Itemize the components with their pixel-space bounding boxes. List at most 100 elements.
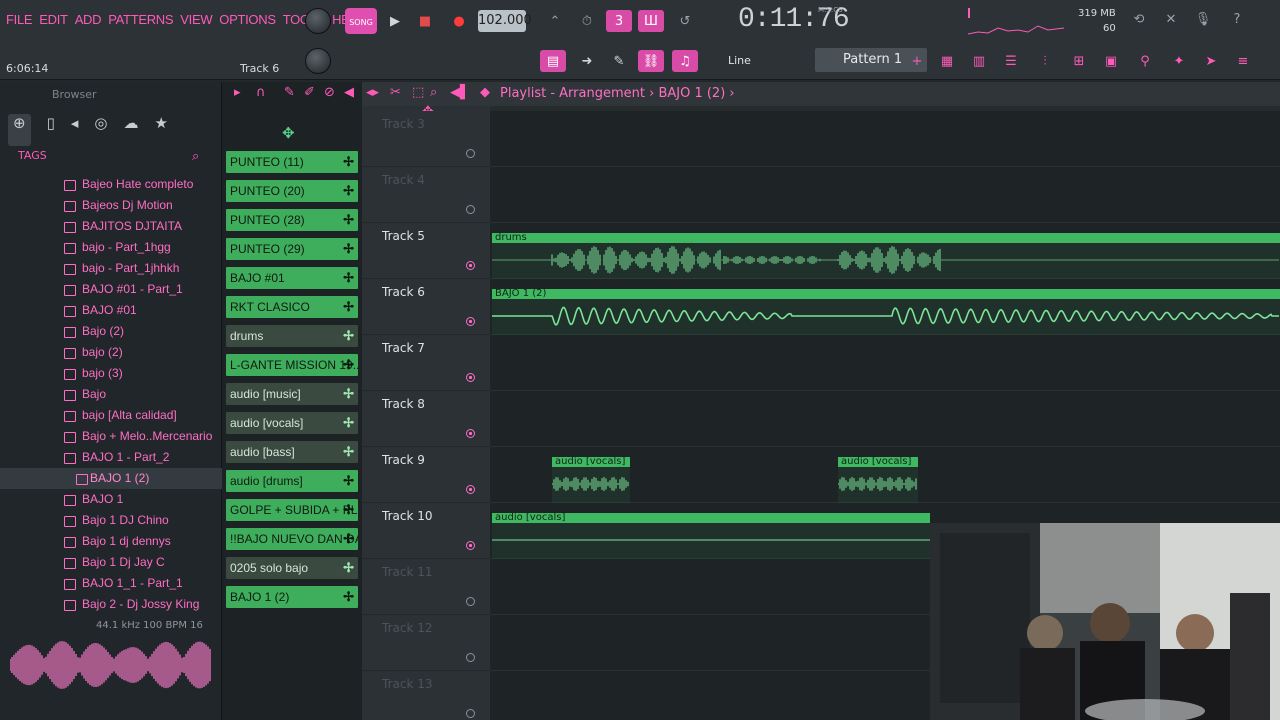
add-pattern-icon[interactable]: ✢ — [343, 528, 354, 550]
record-icon[interactable]: ● — [446, 10, 472, 32]
draw-tool-icon[interactable]: ✎ — [284, 85, 295, 100]
browser-file-item[interactable]: bajo - Part_1jhhkh — [0, 258, 222, 279]
playlist-menu-icon[interactable]: ◆ — [480, 85, 490, 100]
add-pattern-icon[interactable]: ✢ — [343, 412, 354, 434]
playlist-arrow-icon[interactable]: ▸ — [234, 85, 241, 100]
track-header[interactable]: Track 3 — [362, 111, 490, 167]
playlist-icon[interactable]: ▤ — [540, 50, 566, 72]
track-mute-icon[interactable] — [466, 373, 475, 382]
zoom-tool-icon[interactable]: ⌕ — [430, 85, 437, 100]
menu-view[interactable]: VIEW — [180, 12, 212, 27]
tags-label[interactable]: TAGS — [18, 149, 47, 162]
pattern-picker-item[interactable]: PUNTEO (11) ✢ — [226, 151, 358, 173]
view-playlist-icon[interactable]: ▦ — [934, 50, 960, 72]
add-pattern-icon[interactable]: ✢ — [343, 586, 354, 608]
add-pattern-icon[interactable]: ✢ — [343, 499, 354, 521]
browser-file-item[interactable]: Bajo 2 - Dj Jossy King — [0, 594, 222, 615]
view-mixer-icon[interactable]: ⫶ — [1032, 50, 1058, 72]
magnet-icon[interactable]: ∩ — [256, 85, 266, 100]
slip-tool-icon[interactable]: ◂▸ — [366, 85, 379, 100]
browser-file-item[interactable]: Bajeos Dj Motion — [0, 195, 222, 216]
list-icon[interactable]: ≡ — [1230, 50, 1256, 72]
track-mute-icon[interactable] — [466, 709, 475, 718]
search-icon[interactable]: ⌕ — [192, 149, 199, 164]
cloud-icon[interactable]: ☁ — [123, 114, 138, 146]
pattern-picker-item[interactable]: PUNTEO (29) ✢ — [226, 238, 358, 260]
track-lane[interactable] — [490, 111, 1280, 167]
track-header[interactable]: Track 4 — [362, 167, 490, 223]
audio-clip[interactable]: drums — [492, 232, 1280, 279]
browser-file-item[interactable]: BAJO 1 — [0, 489, 222, 510]
view-piano-roll-icon[interactable]: ▥ — [966, 50, 992, 72]
browser-file-item[interactable]: BAJITOS DJTAITA — [0, 216, 222, 237]
send-icon[interactable]: ➤ — [1198, 50, 1224, 72]
track-header[interactable]: Track 8 — [362, 391, 490, 447]
add-pattern-icon[interactable]: ✢ — [343, 209, 354, 231]
browser-file-item[interactable]: BAJO #01 - Part_1 — [0, 279, 222, 300]
pat-song-toggle[interactable]: SONG — [345, 8, 377, 34]
wait-input-icon[interactable]: ⏱ — [574, 10, 600, 32]
menu-edit[interactable]: EDIT — [39, 12, 68, 27]
audio-clip[interactable]: BAJO 1 (2) — [492, 288, 1280, 335]
playback-tool-icon[interactable]: ◀▌ — [450, 85, 470, 100]
add-pattern-icon[interactable]: ✢ — [343, 383, 354, 405]
view-plugin-icon[interactable]: ▣ — [1098, 50, 1124, 72]
link-icon[interactable]: ⛓ — [638, 50, 664, 72]
audio-clip[interactable]: audio [vocals] — [492, 512, 930, 559]
track-lane[interactable]: drums — [490, 223, 1280, 279]
track-lane[interactable] — [490, 167, 1280, 223]
browser-file-item[interactable]: Bajo (2) — [0, 321, 222, 342]
loop-record-icon[interactable]: ↺ — [672, 10, 698, 32]
pattern-picker-item[interactable]: BAJO #01 ✢ — [226, 267, 358, 289]
track-header[interactable]: Track 12 — [362, 615, 490, 671]
audio-clip[interactable]: audio [vocals] — [552, 456, 630, 503]
pattern-picker-item[interactable]: audio [vocals] ✢ — [226, 412, 358, 434]
add-pattern-icon[interactable]: ✢ — [343, 180, 354, 202]
track-mute-icon[interactable] — [466, 261, 475, 270]
pattern-picker-item[interactable]: 0205 solo bajo ✢ — [226, 557, 358, 579]
browser-file-item[interactable]: Bajo 1 dj dennys — [0, 531, 222, 552]
menu-options[interactable]: OPTIONS — [219, 12, 276, 27]
all-files-icon[interactable]: ⊕ — [8, 114, 31, 146]
browser-file-item[interactable]: Bajo + Melo..Mercenario — [0, 426, 222, 447]
browser-file-item[interactable]: BAJO 1 (2) — [0, 468, 222, 489]
track-header[interactable]: Track 7 — [362, 335, 490, 391]
track-lane[interactable] — [490, 391, 1280, 447]
add-pattern-icon[interactable]: ✢ — [343, 267, 354, 289]
add-pattern-icon[interactable]: ✢ — [343, 354, 354, 376]
browser-file-item[interactable]: BAJO 1_1 - Part_1 — [0, 573, 222, 594]
track-header[interactable]: Track 13 — [362, 671, 490, 720]
help-icon[interactable]: ? — [1224, 8, 1250, 30]
mute-tool-icon[interactable]: ◀ — [344, 85, 354, 100]
browser-file-item[interactable]: bajo - Part_1hgg — [0, 237, 222, 258]
add-pattern-icon[interactable]: ✢ — [343, 296, 354, 318]
track-mute-icon[interactable] — [466, 653, 475, 662]
pattern-picker-item[interactable]: BAJO 1 (2) ✢ — [226, 586, 358, 608]
view-channel-rack-icon[interactable]: ☰ — [998, 50, 1024, 72]
pattern-picker-item[interactable]: !!BAJO NUEVO DAN DA...✢ — [226, 528, 358, 550]
track-mute-icon[interactable] — [466, 317, 475, 326]
master-volume-knob[interactable] — [305, 8, 331, 34]
track-lane[interactable]: BAJO 1 (2) — [490, 279, 1280, 335]
add-pattern-icon[interactable]: ✢ — [343, 325, 354, 347]
select-tool-icon[interactable]: ⬚ — [412, 85, 424, 100]
track-mute-icon[interactable] — [466, 485, 475, 494]
track-lane[interactable] — [490, 335, 1280, 391]
picker-move-icon[interactable]: ✥ — [282, 124, 295, 142]
add-pattern-icon[interactable]: ✢ — [343, 441, 354, 463]
browser-file-item[interactable]: Bajo — [0, 384, 222, 405]
track-header[interactable]: Track 5 — [362, 223, 490, 279]
pattern-picker-item[interactable]: audio [music] ✢ — [226, 383, 358, 405]
snap-selector[interactable]: Line — [728, 54, 751, 67]
step-edit-icon[interactable]: Ш — [638, 10, 664, 32]
pattern-picker-item[interactable]: drums ✢ — [226, 325, 358, 347]
menu-add[interactable]: ADD — [75, 12, 102, 27]
add-pattern-icon[interactable]: + — [904, 50, 930, 72]
tempo-display[interactable]: 102.000 — [478, 10, 532, 32]
pattern-picker-item[interactable]: audio [drums] ✢ — [226, 470, 358, 492]
browser-file-item[interactable]: BAJO #01 — [0, 300, 222, 321]
menu-file[interactable]: FILE — [6, 12, 33, 27]
track-mute-icon[interactable] — [466, 205, 475, 214]
pencil-icon[interactable]: ✎ — [606, 50, 632, 72]
track-header[interactable]: Track 11 — [362, 559, 490, 615]
